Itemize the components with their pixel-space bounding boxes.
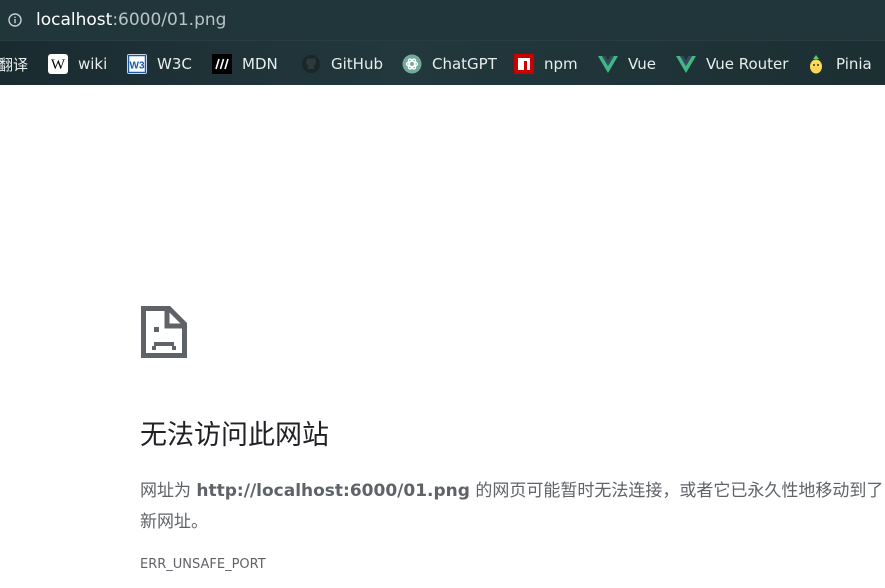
error-page: 无法访问此网站 网址为 http://localhost:6000/01.png… bbox=[0, 85, 885, 588]
bookmark-vue[interactable]: Vue bbox=[598, 52, 656, 76]
bookmark-label: wiki bbox=[78, 55, 108, 73]
url-host: localhost bbox=[36, 10, 113, 30]
github-icon bbox=[301, 54, 321, 74]
browser-chrome: localhost:6000/01.png 翻译 W wiki W3 W3C M… bbox=[0, 0, 885, 85]
url-text[interactable]: localhost:6000/01.png bbox=[36, 9, 226, 31]
error-url: http://localhost:6000/01.png bbox=[196, 481, 470, 501]
url-path: :6000/01.png bbox=[112, 10, 227, 30]
error-desc-prefix: 网址为 bbox=[140, 481, 197, 501]
vue-icon bbox=[676, 54, 696, 74]
w3c-icon: W3 bbox=[127, 54, 147, 74]
svg-text:W3: W3 bbox=[130, 61, 145, 72]
bookmark-chatgpt[interactable]: ChatGPT bbox=[402, 52, 497, 76]
bookmark-translate[interactable]: 翻译 bbox=[0, 52, 28, 76]
bookmarks-bar: 翻译 W wiki W3 W3C MDN GitHub ChatGPT npm … bbox=[0, 44, 885, 84]
bookmark-pinia[interactable]: Pinia bbox=[806, 52, 872, 76]
error-description: 网址为 http://localhost:6000/01.png 的网页可能暂时… bbox=[140, 476, 885, 538]
bookmark-label: Pinia bbox=[836, 55, 872, 73]
svg-text:W: W bbox=[51, 57, 66, 73]
bookmark-label: GitHub bbox=[331, 55, 383, 73]
sad-file-icon bbox=[141, 306, 187, 358]
bookmark-label: W3C bbox=[157, 55, 192, 73]
bookmark-label: Vue Router bbox=[706, 55, 789, 73]
chatgpt-icon bbox=[402, 54, 422, 74]
bookmark-npm[interactable]: npm bbox=[514, 52, 578, 76]
bookmark-vue-router[interactable]: Vue Router bbox=[676, 52, 788, 76]
error-code: ERR_UNSAFE_PORT bbox=[140, 557, 266, 572]
bookmark-w3c[interactable]: W3 W3C bbox=[127, 52, 192, 76]
mdn-icon bbox=[212, 54, 232, 74]
bookmark-label: MDN bbox=[242, 55, 278, 73]
wikipedia-icon: W bbox=[48, 54, 68, 74]
bookmark-label: ChatGPT bbox=[432, 55, 497, 73]
info-icon[interactable] bbox=[8, 13, 22, 27]
address-bar[interactable]: localhost:6000/01.png bbox=[0, 0, 885, 41]
bookmark-mdn[interactable]: MDN bbox=[212, 52, 278, 76]
bookmark-wiki[interactable]: W wiki bbox=[48, 52, 107, 76]
bookmark-label: npm bbox=[544, 55, 578, 73]
bookmark-label: 翻译 bbox=[0, 55, 29, 74]
error-title: 无法访问此网站 bbox=[140, 420, 329, 451]
pinia-icon bbox=[806, 54, 826, 74]
bookmark-label: Vue bbox=[628, 55, 656, 73]
vue-icon bbox=[598, 54, 618, 74]
bookmark-github[interactable]: GitHub bbox=[301, 52, 383, 76]
npm-icon bbox=[514, 54, 534, 74]
